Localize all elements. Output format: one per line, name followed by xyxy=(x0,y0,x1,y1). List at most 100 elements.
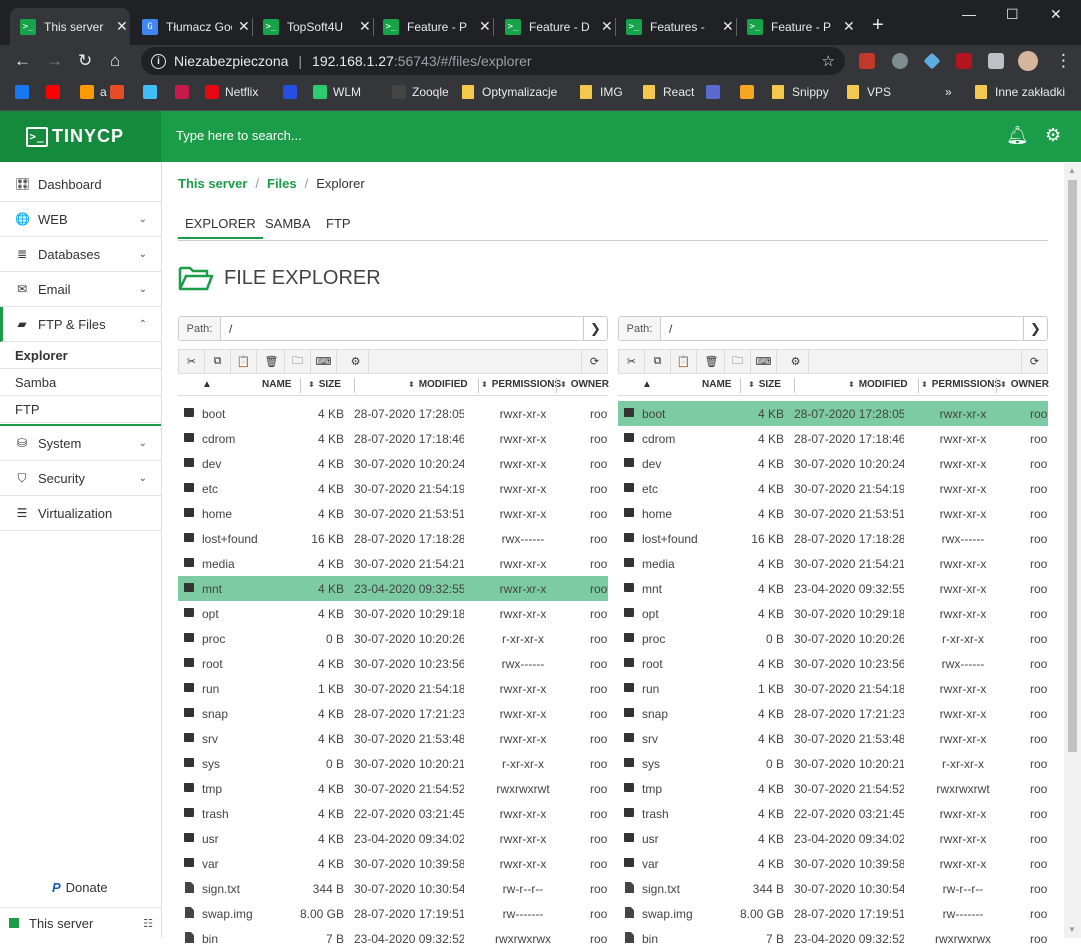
file-row[interactable]: media 4 KB 30-07-2020 21:54:21 rwxr-xr-x roo… xyxy=(618,551,1048,576)
bookmark-item[interactable]: a xyxy=(80,85,107,99)
paste-icon[interactable]: 📋 xyxy=(231,350,257,373)
server-selector[interactable]: This server ☷ xyxy=(0,907,161,938)
path-input[interactable]: / xyxy=(661,322,1023,336)
browser-tab[interactable]: >_ Feature - P ✕ xyxy=(373,8,494,45)
col-size[interactable]: ⬍ SIZE xyxy=(748,379,781,390)
col-permissions[interactable]: ⬍ PERMISSIONS xyxy=(481,379,561,390)
close-tab-icon[interactable]: ✕ xyxy=(843,18,855,35)
file-row[interactable]: sign.txt 344 B 30-07-2020 10:30:54 rw-r--r-… xyxy=(178,876,608,901)
path-input[interactable]: / xyxy=(221,322,583,336)
sort-arrow-icon[interactable]: ▲ xyxy=(202,379,212,390)
maximize-button[interactable]: ☐ xyxy=(1006,6,1019,23)
extension-gear-icon[interactable] xyxy=(892,53,908,69)
col-owner[interactable]: ⬍ OWNER xyxy=(1000,379,1049,390)
go-arrow-icon[interactable]: ❯ xyxy=(583,317,607,340)
server-menu-icon[interactable]: ☷ xyxy=(143,917,153,930)
file-row[interactable]: var 4 KB 30-07-2020 10:39:58 rwxr-xr-x root xyxy=(178,851,608,876)
delete-icon[interactable]: 🗑 xyxy=(699,350,725,373)
cut-icon[interactable]: ✂ xyxy=(179,350,205,373)
col-size[interactable]: ⬍ SIZE xyxy=(308,379,341,390)
settings-icon[interactable]: ⚙ xyxy=(343,350,369,373)
cut-icon[interactable]: ✂ xyxy=(619,350,645,373)
extension-diamond-icon[interactable] xyxy=(923,52,941,70)
file-row[interactable]: proc 0 B 30-07-2020 10:20:26 r-xr-xr-x root xyxy=(618,626,1048,651)
tab-explorer[interactable]: EXPLORER xyxy=(178,216,263,239)
sidebar-item-virtualization[interactable]: ☰ Virtualization xyxy=(0,496,161,531)
file-row[interactable]: usr 4 KB 23-04-2020 09:34:02 rwxr-xr-x root xyxy=(618,826,1048,851)
sidebar-item-web[interactable]: 🌐 WEB ⌄ xyxy=(0,202,161,237)
delete-icon[interactable]: 🗑 xyxy=(259,350,285,373)
file-row[interactable]: lost+found 16 KB 28-07-2020 17:18:28 rwx---… xyxy=(178,526,608,551)
file-row[interactable]: dev 4 KB 30-07-2020 10:20:24 rwxr-xr-x root xyxy=(618,451,1048,476)
file-row[interactable]: sys 0 B 30-07-2020 10:20:21 r-xr-xr-x root xyxy=(618,751,1048,776)
sidebar-item-databases[interactable]: ≣ Databases ⌄ xyxy=(0,237,161,272)
sidebar-item-dashboard[interactable]: 🎛 Dashboard xyxy=(0,167,161,202)
file-row[interactable]: opt 4 KB 30-07-2020 10:29:18 rwxr-xr-x root xyxy=(618,601,1048,626)
back-icon[interactable]: ← xyxy=(14,51,31,71)
file-row[interactable]: snap 4 KB 28-07-2020 17:21:23 rwxr-xr-x root xyxy=(178,701,608,726)
new-folder-icon[interactable]: 🗀 xyxy=(725,350,751,373)
go-arrow-icon[interactable]: ❯ xyxy=(1023,317,1047,340)
browser-menu-icon[interactable]: ⋮ xyxy=(1055,51,1072,71)
file-row[interactable]: home 4 KB 30-07-2020 21:53:51 rwxr-xr-x root xyxy=(618,501,1048,526)
sidebar-item-ftp-files[interactable]: ▰ FTP & Files ⌃ xyxy=(0,307,161,342)
file-row[interactable]: cdrom 4 KB 28-07-2020 17:18:46 rwxr-xr-x roo… xyxy=(618,426,1048,451)
close-tab-icon[interactable]: ✕ xyxy=(479,18,491,35)
bookmark-item[interactable] xyxy=(740,85,760,99)
file-row[interactable]: media 4 KB 30-07-2020 21:54:21 rwxr-xr-x roo… xyxy=(178,551,608,576)
browser-tab[interactable]: >_ Feature - D ✕ xyxy=(495,8,616,45)
file-row[interactable]: dev 4 KB 30-07-2020 10:20:24 rwxr-xr-x root xyxy=(178,451,608,476)
file-row[interactable]: bin 7 B 23-04-2020 09:32:52 rwxrwxrwx root xyxy=(178,926,608,951)
bookmark-star-icon[interactable]: ☆ xyxy=(822,52,835,70)
close-tab-icon[interactable]: ✕ xyxy=(722,18,734,35)
column-divider[interactable] xyxy=(794,378,795,393)
file-row[interactable]: opt 4 KB 30-07-2020 10:29:18 rwxr-xr-x root xyxy=(178,601,608,626)
profile-avatar[interactable] xyxy=(1018,51,1038,71)
file-row[interactable]: mnt 4 KB 23-04-2020 09:32:55 rwxr-xr-x root xyxy=(618,576,1048,601)
page-scrollbar[interactable]: ▲ ▼ xyxy=(1064,163,1081,938)
bookmark-item[interactable]: IMG xyxy=(580,85,623,99)
file-row[interactable]: run 1 KB 30-07-2020 21:54:18 rwxr-xr-x root xyxy=(178,676,608,701)
sidebar-item-email[interactable]: ✉ Email ⌄ xyxy=(0,272,161,307)
close-tab-icon[interactable]: ✕ xyxy=(238,18,250,35)
file-row[interactable]: lost+found 16 KB 28-07-2020 17:18:28 rwx---… xyxy=(618,526,1048,551)
close-tab-icon[interactable]: ✕ xyxy=(116,18,128,35)
reload-icon[interactable]: ↻ xyxy=(78,51,92,71)
column-divider[interactable] xyxy=(478,378,479,393)
file-row[interactable]: root 4 KB 30-07-2020 10:23:56 rwx------ root xyxy=(618,651,1048,676)
new-tab-button[interactable]: + xyxy=(872,14,884,37)
column-divider[interactable] xyxy=(996,378,997,393)
scrollbar-thumb[interactable] xyxy=(1068,180,1077,752)
new-folder-icon[interactable]: 🗀 xyxy=(285,350,311,373)
scroll-up-icon[interactable]: ▲ xyxy=(1068,166,1076,175)
column-divider[interactable] xyxy=(354,378,355,393)
file-row[interactable]: root 4 KB 30-07-2020 10:23:56 rwx------ root xyxy=(178,651,608,676)
bookmark-item[interactable] xyxy=(46,85,66,99)
file-row[interactable]: tmp 4 KB 30-07-2020 21:54:52 rwxrwxrwt root xyxy=(618,776,1048,801)
browser-tab[interactable]: >_ Feature - P ✕ xyxy=(737,8,857,45)
extension-icon[interactable] xyxy=(859,53,875,69)
home-icon[interactable]: ⌂ xyxy=(110,51,120,71)
file-row[interactable]: cdrom 4 KB 28-07-2020 17:18:46 rwxr-xr-x roo… xyxy=(178,426,608,451)
file-row[interactable]: boot 4 KB 28-07-2020 17:28:05 rwxr-xr-x root xyxy=(618,401,1048,426)
copy-icon[interactable]: ⧉ xyxy=(205,350,231,373)
col-name[interactable]: NAME xyxy=(702,379,731,390)
bookmark-item[interactable]: Netflix xyxy=(205,85,258,99)
bookmark-item[interactable]: Zooqle xyxy=(392,85,449,99)
gears-icon[interactable]: ⚙ xyxy=(1045,125,1061,146)
file-row[interactable]: etc 4 KB 30-07-2020 21:54:19 rwxr-xr-x root xyxy=(618,476,1048,501)
breadcrumb-files[interactable]: Files xyxy=(267,176,297,191)
column-divider[interactable] xyxy=(918,378,919,393)
refresh-icon[interactable]: ⟳ xyxy=(1021,350,1047,373)
paste-icon[interactable]: 📋 xyxy=(671,350,697,373)
browser-tab[interactable]: >_ This server ✕ xyxy=(10,8,130,45)
bookmark-item[interactable]: Snippy xyxy=(772,85,829,99)
sort-arrow-icon[interactable]: ▲ xyxy=(642,379,652,390)
bookmark-item[interactable]: VPS xyxy=(847,85,891,99)
file-row[interactable]: etc 4 KB 30-07-2020 21:54:19 rwxr-xr-x root xyxy=(178,476,608,501)
bell-icon[interactable]: 🔔︎ xyxy=(1006,125,1029,146)
sidebar-item-security[interactable]: ⛉ Security ⌄ xyxy=(0,461,161,496)
forward-icon[interactable]: → xyxy=(46,51,63,71)
rename-icon[interactable]: ⌨ xyxy=(751,350,777,373)
col-modified[interactable]: ⬍ MODIFIED xyxy=(848,379,908,390)
